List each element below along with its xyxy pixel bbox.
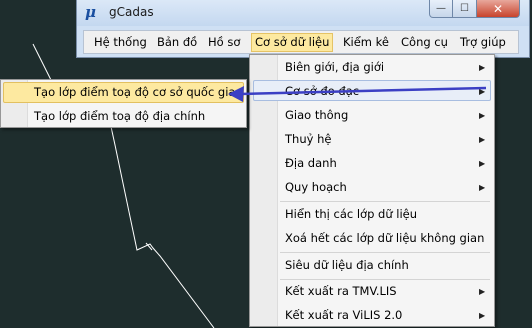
- gcadas-logo-icon: μ: [85, 3, 96, 21]
- database-dropdown-menu: Biên giới, địa giới ▶ Cơ sở đo đạc ▶ Gia…: [249, 54, 495, 327]
- menu-co-so-du-lieu[interactable]: Cơ sở dữ liệu: [251, 33, 334, 52]
- menu-item-thuy-he[interactable]: Thuỷ hệ: [285, 129, 331, 149]
- menu-cong-cu[interactable]: Công cụ: [398, 34, 451, 51]
- menu-item-ket-xuat-tmv[interactable]: Kết xuất ra TMV.LIS: [285, 281, 397, 301]
- submenu-arrow-icon: ▶: [479, 87, 486, 96]
- submenu-arrow-icon: ▶: [479, 159, 486, 168]
- menu-separator: [280, 252, 490, 253]
- close-button[interactable]: ✕: [476, 0, 520, 18]
- menu-item-co-so-do-dac[interactable]: Cơ sở đo đạc: [285, 81, 359, 101]
- minimize-button[interactable]: —: [429, 0, 453, 18]
- menu-bar: Hệ thống Bản đồ Hồ sơ Cơ sở dữ liệu Kiểm…: [83, 30, 519, 54]
- menu-separator: [280, 201, 490, 202]
- menu-item-xoa-lop[interactable]: Xoá hết các lớp dữ liệu không gian: [285, 228, 484, 248]
- menu-item-ket-xuat-vilis[interactable]: Kết xuất ra ViLIS 2.0: [285, 305, 402, 325]
- maximize-button[interactable]: ☐: [452, 0, 477, 18]
- submenu-arrow-icon: ▶: [479, 311, 486, 320]
- menu-item-bien-gioi[interactable]: Biên giới, địa giới: [285, 57, 384, 77]
- app-window: μ gCadas — ☐ ✕ Hệ thống Bản đồ Hồ sơ Cơ …: [76, 0, 530, 58]
- menu-kiem-ke[interactable]: Kiểm kê: [340, 34, 392, 51]
- submenu-item-diem-co-so-quoc-gia[interactable]: Tạo lớp điểm toạ độ cơ sở quốc gia: [34, 82, 235, 102]
- close-icon: ✕: [492, 1, 504, 16]
- menu-separator: [280, 279, 490, 280]
- menu-item-quy-hoach[interactable]: Quy hoạch: [285, 177, 347, 197]
- title-bar[interactable]: μ gCadas — ☐ ✕: [77, 0, 529, 26]
- submenu-arrow-icon: ▶: [479, 63, 486, 72]
- menu-item-sieu-du-lieu[interactable]: Siêu dữ liệu địa chính: [285, 255, 409, 275]
- submenu-arrow-icon: ▶: [479, 287, 486, 296]
- window-title: gCadas: [109, 5, 154, 19]
- submenu-item-diem-dia-chinh[interactable]: Tạo lớp điểm toạ độ địa chính: [34, 106, 205, 126]
- maximize-icon: ☐: [460, 3, 469, 14]
- menu-ho-so[interactable]: Hồ sơ: [205, 34, 243, 51]
- submenu-arrow-icon: ▶: [479, 135, 486, 144]
- co-so-do-dac-submenu: Tạo lớp điểm toạ độ cơ sở quốc gia Tạo l…: [0, 79, 247, 128]
- menu-he-thong[interactable]: Hệ thống: [91, 34, 150, 51]
- submenu-arrow-icon: ▶: [479, 183, 486, 192]
- minimize-icon: —: [436, 3, 446, 14]
- menu-ban-do[interactable]: Bản đồ: [154, 34, 200, 51]
- menu-item-dia-danh[interactable]: Địa danh: [285, 153, 337, 173]
- submenu-arrow-icon: ▶: [479, 111, 486, 120]
- menu-item-giao-thong[interactable]: Giao thông: [285, 105, 348, 125]
- menu-tro-giup[interactable]: Trợ giúp: [457, 34, 509, 51]
- menu-item-hien-thi-lop[interactable]: Hiển thị các lớp dữ liệu: [285, 204, 417, 224]
